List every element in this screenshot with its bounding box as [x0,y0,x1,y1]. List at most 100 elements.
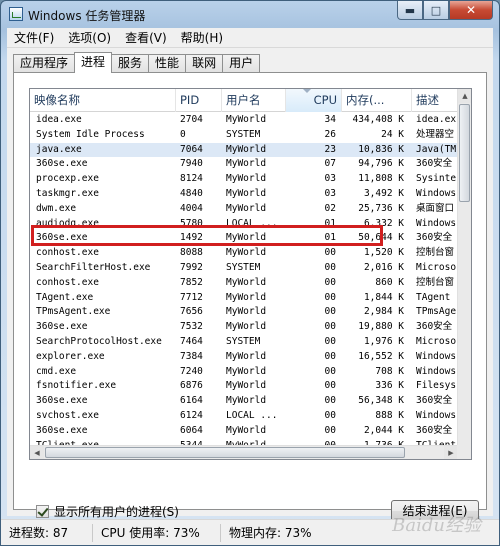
cell-name: TPmsAgent.exe [36,306,111,318]
column-header-pid[interactable]: PID [176,89,222,112]
cell-pid: 7384 [180,350,203,362]
table-row[interactable]: taskmgr.exe 4840 MyWorld 03 3,492 K Windows [30,187,458,202]
process-rows: idea.exe 2704 MyWorld 34 434,408 K idea.ex Sys… [30,113,458,453]
cell-pid: 7464 [180,335,203,347]
title-bar[interactable]: Windows 任务管理器 ▬ □ ✕ [1,1,499,28]
cell-user: MyWorld [226,424,267,436]
cell-user: MyWorld [226,291,267,303]
cell-user: MyWorld [226,350,267,362]
tab-users[interactable]: 用户 [222,54,261,73]
cell-mem: 94,796 K [358,158,404,170]
tab-strip: 应用程序 进程 服务 性能 联网 用户 [13,52,261,73]
table-row[interactable]: dwm.exe 4004 MyWorld 02 25,736 K 桌面窗口 [30,202,458,217]
cell-desc: Windows [416,187,457,199]
table-row[interactable]: 360se.exe 1492 MyWorld 01 50,644 K 360安全 [30,231,458,246]
cell-desc: Microso [416,261,457,273]
table-row[interactable]: System Idle Process 0 SYSTEM 26 24 K 处理器空 [30,128,458,143]
scroll-corner [457,445,471,459]
menu-options[interactable]: 选项(O) [61,28,118,48]
process-list[interactable]: 映像名称 PID 用户名 CPU 内存(... 描述 idea.exe 2704 M… [29,88,472,460]
cell-user: MyWorld [226,232,267,244]
table-row[interactable]: SearchFilterHost.exe 7992 SYSTEM 00 2,016 K M… [30,261,458,276]
scroll-right-icon[interactable]: ▶ [444,446,458,459]
table-row[interactable]: conhost.exe 7852 MyWorld 00 860 K 控制台窗 [30,276,458,291]
table-row[interactable]: TPmsAgent.exe 7656 MyWorld 00 2,984 K TPmsAge [30,305,458,320]
table-row[interactable]: audiodg.exe 5780 LOCAL ... 01 6,332 K Windows [30,217,458,232]
cell-pid: 8124 [180,173,203,185]
scroll-up-icon[interactable]: ▲ [458,89,471,103]
cell-cpu: 23 [324,143,336,155]
cell-desc: idea.ex [416,114,457,125]
table-row[interactable]: explorer.exe 7384 MyWorld 00 16,552 K Windows [30,350,458,365]
cell-pid: 6064 [180,424,203,436]
tab-services[interactable]: 服务 [111,54,150,73]
table-row[interactable]: procexp.exe 8124 MyWorld 03 11,808 K Sysinte [30,172,458,187]
cell-desc: 360安全 [416,395,453,407]
cell-pid: 0 [180,128,186,140]
close-button[interactable]: ✕ [449,1,493,20]
content-area: 应用程序 进程 服务 性能 联网 用户 映像名称 PID 用户名 CPU 内存(… [7,48,493,522]
cell-mem: 6,332 K [363,217,404,229]
menu-view[interactable]: 查看(V) [118,28,174,48]
cell-name: fsnotifier.exe [36,380,117,392]
column-header-name[interactable]: 映像名称 [30,89,176,112]
table-row[interactable]: conhost.exe 8088 MyWorld 00 1,520 K 控制台窗 [30,246,458,261]
cell-mem: 2,016 K [363,261,404,273]
cell-cpu: 00 [324,365,336,377]
cell-mem: 2,044 K [363,424,404,436]
cell-name: procexp.exe [36,173,99,185]
cell-desc: 桌面窗口 [416,202,455,214]
cell-user: MyWorld [226,143,267,155]
show-all-users-option[interactable]: 显示所有用户的进程(S) [36,503,179,520]
table-row[interactable]: TAgent.exe 7712 MyWorld 00 1,844 K TAgent [30,291,458,306]
menu-file[interactable]: 文件(F) [7,28,61,48]
cell-user: SYSTEM [226,128,261,140]
cell-name: conhost.exe [36,247,99,259]
status-physical-memory: 物理内存: 73% [229,525,312,540]
cell-desc: 360安全 [416,158,453,170]
cell-mem: 434,408 K [352,114,404,125]
cell-desc: 控制台窗 [416,247,455,259]
horizontal-scrollbar[interactable]: ◀ ▶ [30,445,458,459]
app-icon [9,7,23,21]
table-row[interactable]: idea.exe 2704 MyWorld 34 434,408 K idea.ex [30,113,458,128]
cell-user: MyWorld [226,173,267,185]
maximize-button[interactable]: □ [423,1,449,20]
table-row[interactable]: fsnotifier.exe 6876 MyWorld 00 336 K Filesys [30,379,458,394]
cell-name: taskmgr.exe [36,187,99,199]
column-header-user[interactable]: 用户名 [222,89,286,112]
cell-user: MyWorld [226,395,267,407]
tab-processes[interactable]: 进程 [74,52,113,73]
table-row[interactable]: 360se.exe 6164 MyWorld 00 56,348 K 360安全 [30,394,458,409]
vertical-scrollbar[interactable]: ▲ ▼ [457,89,471,459]
cell-pid: 7852 [180,276,203,288]
cell-user: LOCAL ... [226,217,278,229]
tab-applications[interactable]: 应用程序 [13,54,76,73]
tab-performance[interactable]: 性能 [148,54,187,73]
menu-help[interactable]: 帮助(H) [174,28,230,48]
table-row[interactable]: cmd.exe 7240 MyWorld 00 708 K Windows [30,365,458,380]
table-row[interactable]: 360se.exe 6064 MyWorld 00 2,044 K 360安全 [30,424,458,439]
column-header-description[interactable]: 描述 [412,89,458,112]
cell-desc: Filesys [416,380,457,392]
table-row[interactable]: SearchProtocolHost.exe 7464 SYSTEM 00 1,976 … [30,335,458,350]
cell-desc: Microso [416,335,457,347]
table-row-selected[interactable]: java.exe 7064 MyWorld 23 10,836 K Java(TM [30,142,458,158]
cell-cpu: 00 [324,321,336,333]
scroll-left-icon[interactable]: ◀ [30,446,44,459]
tab-networking[interactable]: 联网 [185,54,224,73]
horizontal-scroll-thumb[interactable] [45,447,405,458]
cell-user: MyWorld [226,202,267,214]
minimize-button[interactable]: ▬ [397,1,423,20]
table-row[interactable]: svchost.exe 6124 LOCAL ... 00 888 K Windows [30,409,458,424]
cell-mem: 56,348 K [358,395,404,407]
vertical-scroll-thumb[interactable] [459,104,470,202]
table-row[interactable]: 360se.exe 7940 MyWorld 07 94,796 K 360安全 [30,157,458,172]
status-bar: 进程数: 87 CPU 使用率: 73% 物理内存: 73% [1,519,499,545]
table-row[interactable]: 360se.exe 7532 MyWorld 00 19,880 K 360安全 [30,320,458,335]
column-header-memory[interactable]: 内存(... [342,89,412,112]
checkmark-icon[interactable] [36,505,49,518]
cell-pid: 7532 [180,321,203,333]
column-header-cpu[interactable]: CPU [286,89,342,112]
task-manager-window: Windows 任务管理器 ▬ □ ✕ 文件(F) 选项(O) 查看(V) 帮助… [0,0,500,546]
